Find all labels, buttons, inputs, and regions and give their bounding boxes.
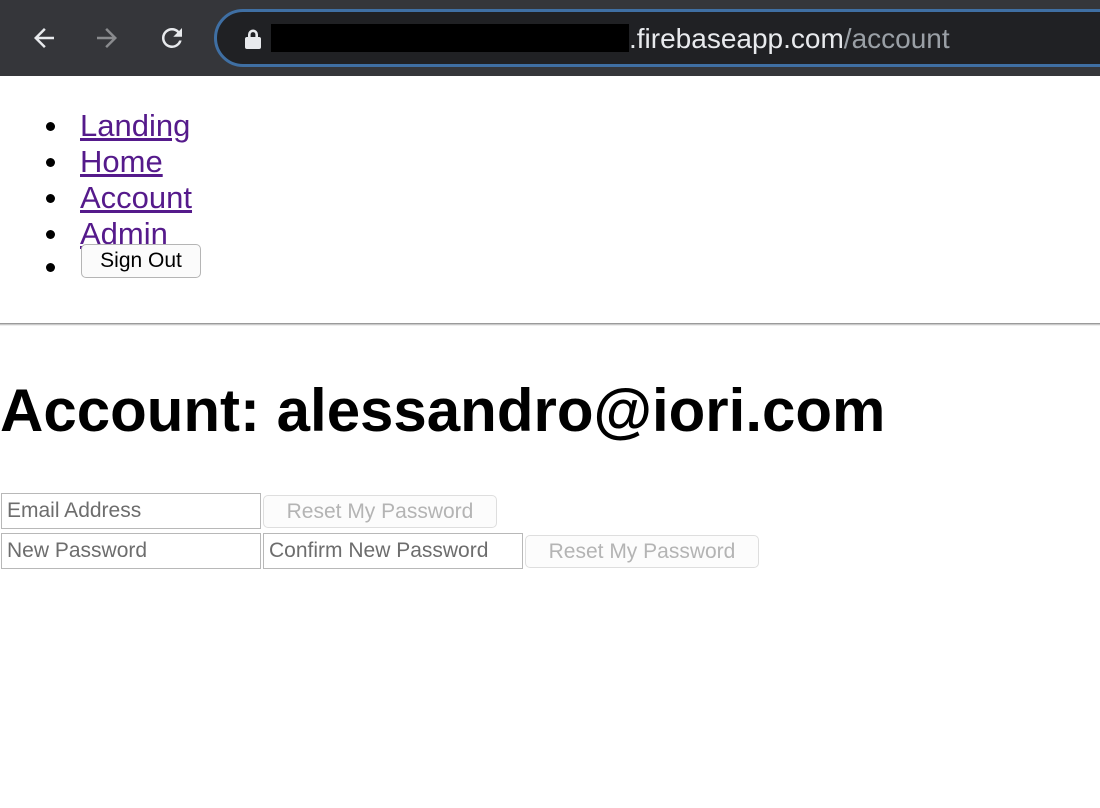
- nav-item-landing: Landing: [0, 108, 192, 144]
- reload-button[interactable]: [154, 20, 190, 56]
- confirm-password-field[interactable]: [263, 533, 523, 569]
- nav-link-landing[interactable]: Landing: [80, 108, 190, 143]
- page-title: Account: alessandro@iori.com: [0, 377, 886, 444]
- address-bar[interactable]: .firebaseapp.com/account: [214, 9, 1100, 67]
- forward-button[interactable]: [89, 20, 125, 56]
- nav-link-home[interactable]: Home: [80, 144, 163, 179]
- reset-password-button[interactable]: Reset My Password: [263, 495, 497, 528]
- nav-item-signout: Sign Out: [0, 244, 201, 292]
- url-path: /account: [843, 23, 950, 54]
- nav-item-home: Home: [0, 144, 192, 180]
- back-button[interactable]: [26, 20, 62, 56]
- browser-toolbar: .firebaseapp.com/account: [0, 0, 1100, 76]
- horizontal-rule: [0, 323, 1100, 326]
- new-password-field[interactable]: [1, 533, 261, 569]
- arrow-left-icon: [34, 28, 54, 48]
- url-redaction: [271, 24, 629, 52]
- lock-icon: [245, 29, 261, 49]
- arrow-right-icon: [97, 28, 117, 48]
- url-host: .firebaseapp.com: [629, 23, 844, 54]
- url-text: .firebaseapp.com/account: [629, 22, 950, 56]
- nav-link-account[interactable]: Account: [80, 180, 192, 215]
- reload-icon: [161, 27, 182, 48]
- sign-out-button[interactable]: Sign Out: [81, 244, 201, 278]
- email-field[interactable]: [1, 493, 261, 529]
- change-password-button[interactable]: Reset My Password: [525, 535, 759, 568]
- nav-item-account: Account: [0, 180, 192, 216]
- nav-menu: Landing Home Account Admin Sign Out: [0, 108, 201, 292]
